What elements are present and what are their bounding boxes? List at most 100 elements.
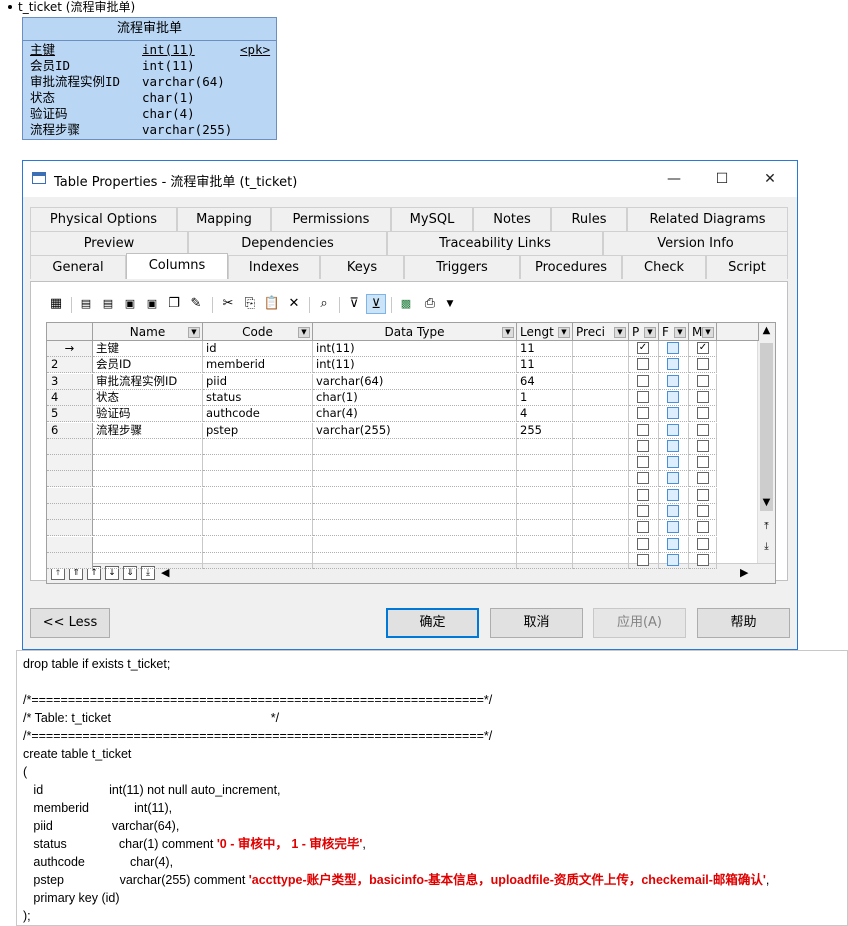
cell-f[interactable] bbox=[659, 422, 689, 439]
cell-p[interactable] bbox=[629, 520, 659, 537]
checkbox-f[interactable] bbox=[667, 358, 679, 371]
tab-procedures[interactable]: Procedures bbox=[520, 255, 622, 279]
print-icon[interactable]: ⎙ bbox=[420, 294, 440, 314]
checkbox-p[interactable] bbox=[637, 374, 649, 387]
cell-code[interactable] bbox=[203, 438, 313, 455]
table-row[interactable] bbox=[47, 455, 759, 472]
cell-type[interactable]: varchar(255) bbox=[313, 422, 517, 439]
table-row[interactable] bbox=[47, 504, 759, 520]
tab-mapping[interactable]: Mapping bbox=[177, 207, 271, 231]
checkbox-p[interactable] bbox=[637, 390, 649, 403]
customize-columns-icon[interactable]: ⊻ bbox=[366, 294, 386, 314]
cell-code[interactable]: memberid bbox=[203, 357, 313, 374]
checkbox-p[interactable] bbox=[637, 456, 649, 469]
column-header[interactable]: Code ▼ bbox=[203, 323, 313, 341]
cell-code[interactable]: authcode bbox=[203, 406, 313, 423]
cell-precision[interactable] bbox=[573, 406, 629, 423]
cell-type[interactable] bbox=[313, 487, 517, 504]
chevron-down-icon[interactable]: ▼ bbox=[298, 327, 310, 338]
scroll-down-icon[interactable]: ▼ bbox=[758, 495, 775, 511]
cell-code[interactable] bbox=[203, 471, 313, 488]
domain-icon[interactable]: ❐ bbox=[164, 294, 184, 314]
cell-length[interactable]: 4 bbox=[517, 406, 573, 423]
cell-type[interactable] bbox=[313, 438, 517, 455]
cell-m[interactable] bbox=[689, 422, 717, 439]
checkbox-m[interactable] bbox=[697, 358, 709, 371]
cell-name[interactable] bbox=[93, 536, 203, 553]
cell-precision[interactable] bbox=[573, 373, 629, 390]
cell-p[interactable] bbox=[629, 389, 659, 406]
cell-f[interactable] bbox=[659, 487, 689, 504]
checkbox-f[interactable] bbox=[667, 505, 679, 517]
cell-p[interactable] bbox=[629, 357, 659, 374]
cell-name[interactable]: 主键 bbox=[93, 341, 203, 357]
checkbox-m[interactable] bbox=[697, 521, 709, 534]
columns-grid[interactable]: ▲ ▼ ⤒ ⤓ ⤒ ⇑ ↑ ↓ ⇓ ⤓ ◀ ▶ Name ▼ Code ▼ Data T… bbox=[46, 322, 776, 584]
cell-name[interactable]: 验证码 bbox=[93, 406, 203, 423]
cell-f[interactable] bbox=[659, 504, 689, 520]
table-row[interactable] bbox=[47, 552, 759, 569]
column-header[interactable] bbox=[717, 323, 759, 341]
cell-precision[interactable] bbox=[573, 504, 629, 520]
checkbox-p[interactable]: ✓ bbox=[637, 342, 649, 354]
apply-button[interactable]: 应用(A) bbox=[593, 608, 686, 638]
table-row[interactable] bbox=[47, 536, 759, 553]
copy-icon[interactable]: ⎘ bbox=[240, 294, 260, 314]
find-icon[interactable]: ⌕ bbox=[314, 294, 334, 314]
cell-code[interactable] bbox=[203, 455, 313, 472]
less-button[interactable]: << Less bbox=[30, 608, 110, 638]
table-row[interactable]: 5 验证码 authcode char(4) 4 bbox=[47, 406, 759, 423]
cell-m[interactable] bbox=[689, 455, 717, 472]
checkbox-f[interactable] bbox=[667, 390, 679, 403]
tab-permissions[interactable]: Permissions bbox=[271, 207, 391, 231]
checkbox-p[interactable] bbox=[637, 521, 649, 534]
filter-icon[interactable]: ⊽ bbox=[344, 294, 364, 314]
checkbox-m[interactable] bbox=[697, 488, 709, 501]
checkbox-p[interactable] bbox=[637, 472, 649, 485]
cell-f[interactable] bbox=[659, 552, 689, 569]
scroll-thumb[interactable] bbox=[760, 343, 773, 511]
cell-name[interactable] bbox=[93, 455, 203, 472]
paste-icon[interactable]: 📋 bbox=[262, 294, 282, 314]
chevron-down-icon[interactable]: ▼ bbox=[702, 327, 714, 338]
cell-length[interactable] bbox=[517, 471, 573, 488]
tab-check[interactable]: Check bbox=[622, 255, 706, 279]
cell-f[interactable] bbox=[659, 520, 689, 537]
checkbox-f[interactable] bbox=[667, 407, 679, 420]
cell-f[interactable] bbox=[659, 536, 689, 553]
cell-code[interactable] bbox=[203, 520, 313, 537]
cell-p[interactable] bbox=[629, 471, 659, 488]
cell-m[interactable] bbox=[689, 552, 717, 569]
column-header[interactable]: Name ▼ bbox=[93, 323, 203, 341]
checkbox-f[interactable] bbox=[667, 342, 679, 354]
cell-type[interactable]: char(1) bbox=[313, 389, 517, 406]
cell-m[interactable] bbox=[689, 438, 717, 455]
cell-code[interactable]: pstep bbox=[203, 422, 313, 439]
tab-general[interactable]: General bbox=[30, 255, 126, 279]
help-button[interactable]: 帮助 bbox=[697, 608, 790, 638]
cancel-button[interactable]: 取消 bbox=[490, 608, 583, 638]
cell-length[interactable] bbox=[517, 438, 573, 455]
checkbox-m[interactable] bbox=[697, 423, 709, 436]
cell-m[interactable] bbox=[689, 373, 717, 390]
column-header[interactable]: M ▼ bbox=[689, 323, 717, 341]
cell-type[interactable] bbox=[313, 455, 517, 472]
cell-type[interactable]: char(4) bbox=[313, 406, 517, 423]
cell-m[interactable] bbox=[689, 471, 717, 488]
tab-indexes[interactable]: Indexes bbox=[228, 255, 320, 279]
chevron-down-icon[interactable]: ▼ bbox=[674, 327, 686, 338]
table-row[interactable]: 4 状态 status char(1) 1 bbox=[47, 389, 759, 406]
wizard-icon[interactable]: ✎ bbox=[186, 294, 206, 314]
table-row[interactable]: 2 会员ID memberid int(11) 11 bbox=[47, 357, 759, 374]
column-header[interactable]: P ▼ bbox=[629, 323, 659, 341]
checkbox-m[interactable] bbox=[697, 505, 709, 517]
cell-p[interactable] bbox=[629, 455, 659, 472]
checkbox-m[interactable] bbox=[697, 390, 709, 403]
cell-name[interactable]: 会员ID bbox=[93, 357, 203, 374]
cell-type[interactable] bbox=[313, 504, 517, 520]
cell-precision[interactable] bbox=[573, 341, 629, 357]
cell-name[interactable] bbox=[93, 520, 203, 537]
cell-f[interactable] bbox=[659, 455, 689, 472]
column-header[interactable]: Preci ▼ bbox=[573, 323, 629, 341]
tab-triggers[interactable]: Triggers bbox=[404, 255, 520, 279]
